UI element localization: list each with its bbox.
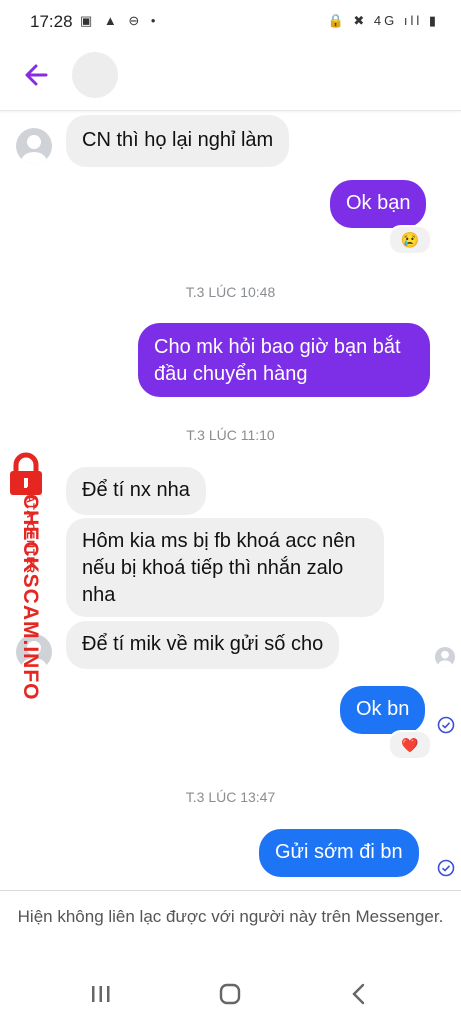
system-navigation-bar (0, 964, 461, 1024)
reaction-badge[interactable]: ❤️ (388, 730, 432, 760)
chat-header (0, 44, 461, 111)
notification-icons: ▣ ▲ ⊖ • (80, 13, 160, 28)
contact-avatar[interactable] (72, 52, 118, 98)
recent-apps-button[interactable] (90, 984, 112, 1004)
back-nav-button[interactable] (350, 983, 368, 1005)
seen-check-icon (437, 859, 455, 877)
timestamp: T.3 LÚC 13:47 (185, 789, 276, 805)
sad-emoji-icon: 😢 (400, 232, 420, 249)
timestamp: T.3 LÚC 10:48 (185, 284, 276, 300)
home-button[interactable] (219, 983, 241, 1005)
status-bar: 17:28 ▣ ▲ ⊖ • 🔒 ✖ 4G ıll ▮ (0, 0, 461, 44)
reaction-badge[interactable]: 😢 (388, 225, 432, 255)
arrow-left-icon (25, 64, 48, 86)
outgoing-message[interactable]: Cho mk hỏi bao giờ bạn bắt đầu chuyển hà… (138, 323, 430, 397)
watermark-title: CHECKSCAM.INFO (19, 494, 42, 701)
back-button[interactable] (20, 58, 54, 92)
status-time: 17:28 (30, 12, 73, 31)
outgoing-message[interactable]: Ok bn (340, 686, 426, 734)
incoming-message[interactable]: Hôm kia ms bị fb khoá acc nên nếu bị kho… (66, 518, 384, 617)
sender-avatar[interactable] (16, 128, 52, 164)
outgoing-message[interactable]: Gửi sớm đi bn (259, 829, 419, 877)
seen-avatar (435, 647, 455, 667)
incoming-message[interactable]: Để tí nx nha (66, 467, 206, 515)
unavailable-notice: Hiện không liên lạc được với người này t… (0, 890, 461, 960)
incoming-message[interactable]: CN thì họ lại nghỉ làm (66, 115, 290, 167)
user-icon (21, 135, 47, 164)
incoming-message[interactable]: Để tí mik về mik gửi số cho (66, 621, 340, 669)
timestamp: T.3 LÚC 11:10 (186, 427, 275, 443)
heart-icon: ❤️ (401, 736, 419, 753)
user-icon (437, 650, 453, 667)
outgoing-message[interactable]: Ok bạn (330, 180, 427, 228)
system-icons: 🔒 ✖ 4G ıll ▮ (327, 13, 439, 28)
checkscam-watermark: DATA CENTER CHECKSCAM.INFO (0, 452, 52, 701)
seen-check-icon (437, 716, 455, 734)
